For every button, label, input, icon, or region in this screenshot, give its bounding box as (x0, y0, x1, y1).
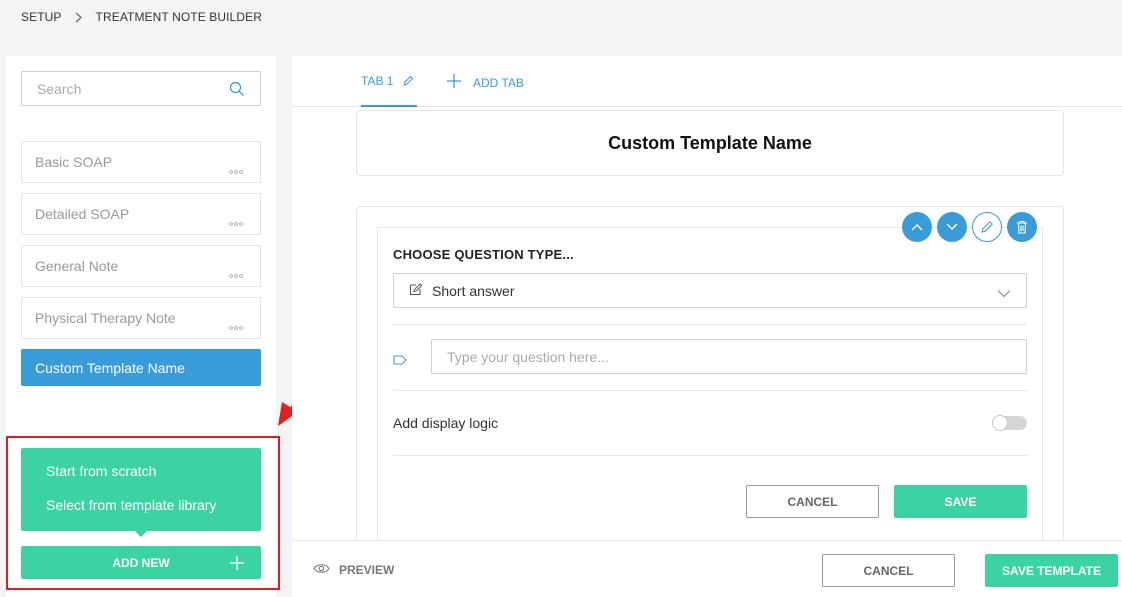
question-editor: CHOOSE QUESTION TYPE... Short answer Add… (377, 212, 1043, 557)
preview-label: PREVIEW (339, 563, 395, 577)
template-item-label: Basic SOAP (35, 154, 113, 170)
breadcrumb: SETUP TREATMENT NOTE BUILDER (21, 9, 262, 25)
tab-1[interactable]: TAB 1 (361, 56, 417, 107)
question-text-input[interactable] (431, 339, 1027, 374)
add-tab-label: ADD TAB (473, 75, 524, 90)
chevron-down-icon (946, 223, 958, 230)
preview-button[interactable]: PREVIEW (313, 563, 394, 577)
trash-icon (1017, 220, 1027, 234)
display-logic-label: Add display logic (393, 415, 499, 431)
edit-question-button[interactable] (972, 212, 1002, 242)
question-type-select[interactable]: Short answer (393, 273, 1027, 308)
sidebar: Basic SOAP Detailed SOAP General Note Ph… (6, 56, 280, 597)
template-item-custom-active[interactable]: Custom Template Name (21, 349, 261, 386)
template-item-basic-soap[interactable]: Basic SOAP (21, 141, 261, 183)
chevron-up-icon (911, 224, 923, 231)
question-save-button[interactable]: SAVE (894, 485, 1027, 518)
add-new-button[interactable]: ADD NEW (21, 546, 261, 579)
question-card: CHOOSE QUESTION TYPE... Short answer Add… (356, 206, 1064, 557)
breadcrumb-setup[interactable]: SETUP (21, 10, 62, 24)
template-item-detailed-soap[interactable]: Detailed SOAP (21, 193, 261, 235)
template-item-label: Detailed SOAP (35, 206, 130, 222)
add-new-highlight: Start from scratch Select from template … (6, 436, 280, 590)
search-input[interactable] (37, 80, 217, 97)
search-icon[interactable] (229, 81, 245, 102)
add-new-menu: Start from scratch Select from template … (21, 448, 261, 537)
edit-note-icon (409, 282, 423, 299)
footer-cancel-button[interactable]: CANCEL (822, 554, 955, 587)
question-type-heading: CHOOSE QUESTION TYPE... (393, 247, 574, 262)
save-template-button[interactable]: SAVE TEMPLATE (985, 554, 1118, 587)
menu-item-start-from-scratch[interactable]: Start from scratch (21, 463, 261, 480)
delete-question-button[interactable] (1007, 212, 1037, 242)
template-item-physical-therapy-note[interactable]: Physical Therapy Note (21, 297, 261, 339)
divider (393, 455, 1027, 456)
pencil-icon (981, 221, 993, 233)
question-cancel-button[interactable]: CANCEL (746, 485, 879, 518)
eye-icon (313, 563, 330, 577)
more-options-icon[interactable] (229, 213, 243, 229)
breadcrumb-treatment-note-builder: TREATMENT NOTE BUILDER (95, 10, 262, 24)
add-new-label: ADD NEW (112, 555, 170, 570)
menu-item-select-from-template-library[interactable]: Select from template library (21, 497, 261, 514)
divider (393, 324, 1027, 325)
template-item-general-note[interactable]: General Note (21, 245, 261, 287)
plus-icon (229, 555, 245, 574)
add-tab-button[interactable]: ADD TAB (446, 73, 524, 92)
main-panel: TAB 1 ADD TAB Custom Template Name CHOOS… (292, 56, 1122, 597)
tab-1-label: TAB 1 (361, 73, 394, 88)
more-options-icon[interactable] (229, 161, 243, 177)
tag-icon (393, 352, 407, 370)
template-item-label: Physical Therapy Note (35, 310, 176, 326)
template-title: Custom Template Name (608, 132, 812, 153)
toggle-knob (992, 415, 1008, 431)
question-type-value: Short answer (432, 282, 515, 299)
template-title-card[interactable]: Custom Template Name (356, 110, 1064, 176)
display-logic-toggle[interactable] (992, 415, 1027, 431)
template-item-label: Custom Template Name (35, 359, 185, 376)
move-down-button[interactable] (937, 212, 967, 242)
move-up-button[interactable] (902, 212, 932, 242)
more-options-icon[interactable] (229, 317, 243, 333)
tab-bar: TAB 1 ADD TAB (292, 56, 1122, 107)
chevron-right-icon (75, 12, 82, 23)
search-box (21, 71, 261, 106)
divider (393, 390, 1027, 391)
more-options-icon[interactable] (229, 265, 243, 281)
template-item-label: General Note (35, 258, 119, 274)
pencil-icon[interactable] (402, 75, 414, 87)
menu-caret (135, 531, 147, 537)
footer-bar: PREVIEW CANCEL SAVE TEMPLATE (292, 540, 1122, 597)
chevron-down-icon (997, 285, 1011, 301)
plus-icon (446, 73, 462, 92)
